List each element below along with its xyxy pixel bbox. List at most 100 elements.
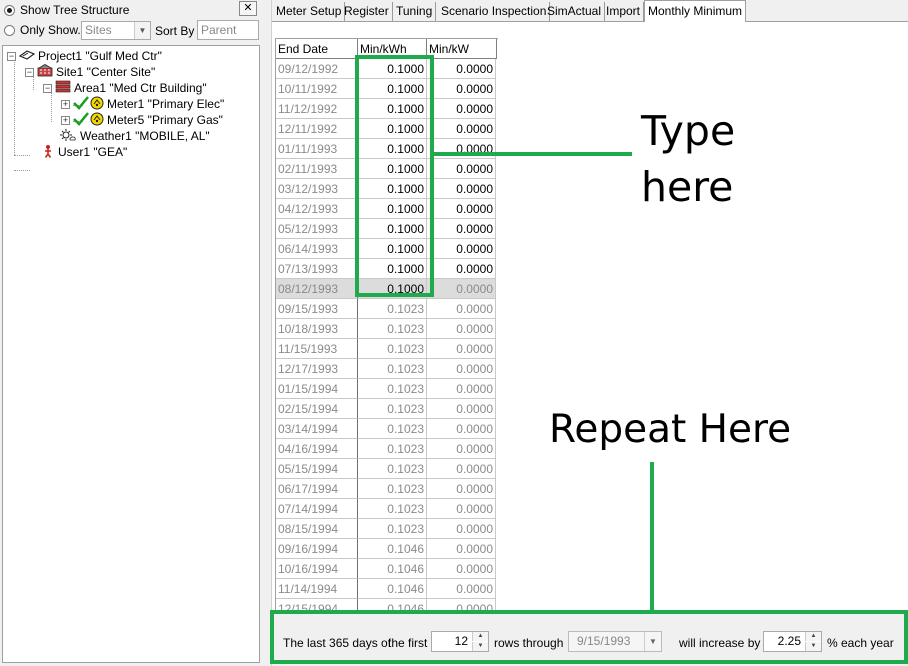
cell-end-date[interactable]: 01/11/1993 (276, 139, 358, 159)
cell-min-kw[interactable]: 0.0000 (427, 79, 496, 99)
cell-min-kw[interactable]: 0.0000 (427, 519, 496, 539)
cell-min-kw[interactable]: 0.0000 (427, 279, 496, 299)
tab-monthly-minimum[interactable]: Monthly Minimum (644, 0, 747, 24)
cell-min-kw[interactable]: 0.0000 (427, 559, 496, 579)
cell-end-date[interactable]: 06/17/1994 (276, 479, 358, 499)
cell-min-kw[interactable]: 0.0000 (427, 579, 496, 599)
cell-min-kw[interactable]: 0.0000 (427, 439, 496, 459)
cell-min-kw[interactable]: 0.0000 (427, 319, 496, 339)
only-show-radio-row[interactable]: Only Show... (4, 21, 87, 39)
sites-dropdown[interactable]: Sites ▼ (81, 21, 151, 40)
cell-end-date[interactable]: 10/11/1992 (276, 79, 358, 99)
cell-min-kw[interactable]: 0.0000 (427, 239, 496, 259)
cell-end-date[interactable]: 09/16/1994 (276, 539, 358, 559)
cell-end-date[interactable]: 10/16/1994 (276, 559, 358, 579)
show-tree-radio-row[interactable]: Show Tree Structure (4, 1, 129, 19)
cell-min-kwh[interactable]: 0.1023 (358, 499, 427, 519)
cell-min-kw[interactable]: 0.0000 (427, 259, 496, 279)
tree-node-site[interactable]: − Site1 "Center Site" (25, 64, 155, 80)
cell-min-kw[interactable]: 0.0000 (427, 99, 496, 119)
cell-min-kw[interactable]: 0.0000 (427, 159, 496, 179)
chevron-down-icon[interactable]: ▼ (134, 22, 150, 39)
show-tree-radio[interactable] (4, 4, 15, 16)
cell-min-kw[interactable]: 0.0000 (427, 199, 496, 219)
tab-register[interactable]: Register (341, 2, 393, 21)
tree-node-project[interactable]: − Project1 "Gulf Med Ctr" (7, 48, 162, 64)
project-tree[interactable]: − Project1 "Gulf Med Ctr" − Site1 "Cente… (2, 45, 260, 663)
cell-min-kw[interactable]: 0.0000 (427, 359, 496, 379)
cell-min-kwh[interactable]: 0.1046 (358, 559, 427, 579)
cell-min-kw[interactable]: 0.0000 (427, 339, 496, 359)
cell-min-kwh[interactable]: 0.1023 (358, 519, 427, 539)
tab-tuning[interactable]: Tuning (393, 2, 437, 21)
cell-min-kwh[interactable]: 0.1023 (358, 459, 427, 479)
cell-end-date[interactable]: 11/12/1992 (276, 99, 358, 119)
cell-end-date[interactable]: 08/12/1993 (276, 279, 358, 299)
cell-end-date[interactable]: 11/14/1994 (276, 579, 358, 599)
cell-end-date[interactable]: 07/14/1994 (276, 499, 358, 519)
cell-min-kw[interactable]: 0.0000 (427, 179, 496, 199)
cell-end-date[interactable]: 03/14/1994 (276, 419, 358, 439)
cell-min-kwh[interactable]: 0.1023 (358, 319, 427, 339)
cell-end-date[interactable]: 05/15/1994 (276, 459, 358, 479)
cell-min-kw[interactable]: 0.0000 (427, 399, 496, 419)
cell-min-kwh[interactable]: 0.1023 (358, 419, 427, 439)
tree-node-meter1[interactable]: + Meter1 "Primary Elec" (61, 95, 224, 112)
cell-end-date[interactable]: 09/12/1992 (276, 59, 358, 79)
cell-min-kw[interactable]: 0.0000 (427, 219, 496, 239)
tree-node-user[interactable]: User1 "GEA" (41, 144, 127, 160)
collapse-node-icon[interactable]: − (25, 67, 34, 77)
cell-min-kw[interactable]: 0.0000 (427, 479, 496, 499)
tab-meter-setup[interactable]: Meter Setup (273, 2, 346, 21)
only-show-radio[interactable] (4, 24, 15, 36)
cell-min-kw[interactable]: 0.0000 (427, 459, 496, 479)
cell-end-date[interactable]: 11/15/1993 (276, 339, 358, 359)
cell-end-date[interactable]: 04/16/1994 (276, 439, 358, 459)
cell-min-kwh[interactable]: 0.1023 (358, 339, 427, 359)
cell-end-date[interactable]: 01/15/1994 (276, 379, 358, 399)
cell-end-date[interactable]: 12/17/1993 (276, 359, 358, 379)
cell-min-kw[interactable]: 0.0000 (427, 299, 496, 319)
cell-end-date[interactable]: 02/11/1993 (276, 159, 358, 179)
cell-end-date[interactable]: 02/15/1994 (276, 399, 358, 419)
close-panel-button[interactable]: ✕ (239, 1, 257, 16)
column-header-min-kw[interactable]: Min/kW (427, 39, 497, 59)
cell-min-kw[interactable]: 0.0000 (427, 379, 496, 399)
column-header-end-date[interactable]: End Date (276, 39, 358, 59)
expand-node-icon[interactable]: + (61, 99, 70, 109)
collapse-node-icon[interactable]: − (7, 51, 16, 61)
cell-min-kwh[interactable]: 0.1046 (358, 579, 427, 599)
cell-end-date[interactable]: 12/11/1992 (276, 119, 358, 139)
cell-min-kw[interactable]: 0.0000 (427, 59, 496, 79)
cell-end-date[interactable]: 05/12/1993 (276, 219, 358, 239)
cell-min-kwh[interactable]: 0.1023 (358, 359, 427, 379)
cell-min-kw[interactable]: 0.0000 (427, 539, 496, 559)
tree-node-meter5[interactable]: + Meter5 "Primary Gas" (61, 111, 223, 128)
cell-min-kwh[interactable]: 0.1023 (358, 479, 427, 499)
sort-by-field[interactable]: Parent (197, 20, 259, 40)
cell-min-kwh[interactable]: 0.1046 (358, 539, 427, 559)
cell-min-kw[interactable]: 0.0000 (427, 119, 496, 139)
cell-min-kw[interactable]: 0.0000 (427, 499, 496, 519)
panel-splitter[interactable] (262, 0, 272, 666)
cell-end-date[interactable]: 07/13/1993 (276, 259, 358, 279)
cell-end-date[interactable]: 08/15/1994 (276, 519, 358, 539)
tab-scenario-inspection[interactable]: Scenario Inspection (438, 2, 551, 21)
cell-min-kwh[interactable]: 0.1023 (358, 379, 427, 399)
cell-min-kw[interactable]: 0.0000 (427, 139, 496, 159)
tab-import[interactable]: Import (603, 2, 645, 21)
cell-end-date[interactable]: 04/12/1993 (276, 199, 358, 219)
expand-node-icon[interactable]: + (61, 115, 70, 125)
collapse-node-icon[interactable]: − (43, 83, 52, 93)
cell-min-kw[interactable]: 0.0000 (427, 419, 496, 439)
tree-node-area[interactable]: − Area1 "Med Ctr Building" (43, 80, 207, 96)
cell-min-kwh[interactable]: 0.1023 (358, 299, 427, 319)
cell-min-kwh[interactable]: 0.1023 (358, 399, 427, 419)
tab-simactual[interactable]: SimActual (544, 2, 606, 21)
tree-node-weather[interactable]: Weather1 "MOBILE, AL" (59, 128, 210, 144)
cell-end-date[interactable]: 09/15/1993 (276, 299, 358, 319)
cell-end-date[interactable]: 03/12/1993 (276, 179, 358, 199)
cell-end-date[interactable]: 06/14/1993 (276, 239, 358, 259)
cell-min-kwh[interactable]: 0.1023 (358, 439, 427, 459)
cell-end-date[interactable]: 10/18/1993 (276, 319, 358, 339)
